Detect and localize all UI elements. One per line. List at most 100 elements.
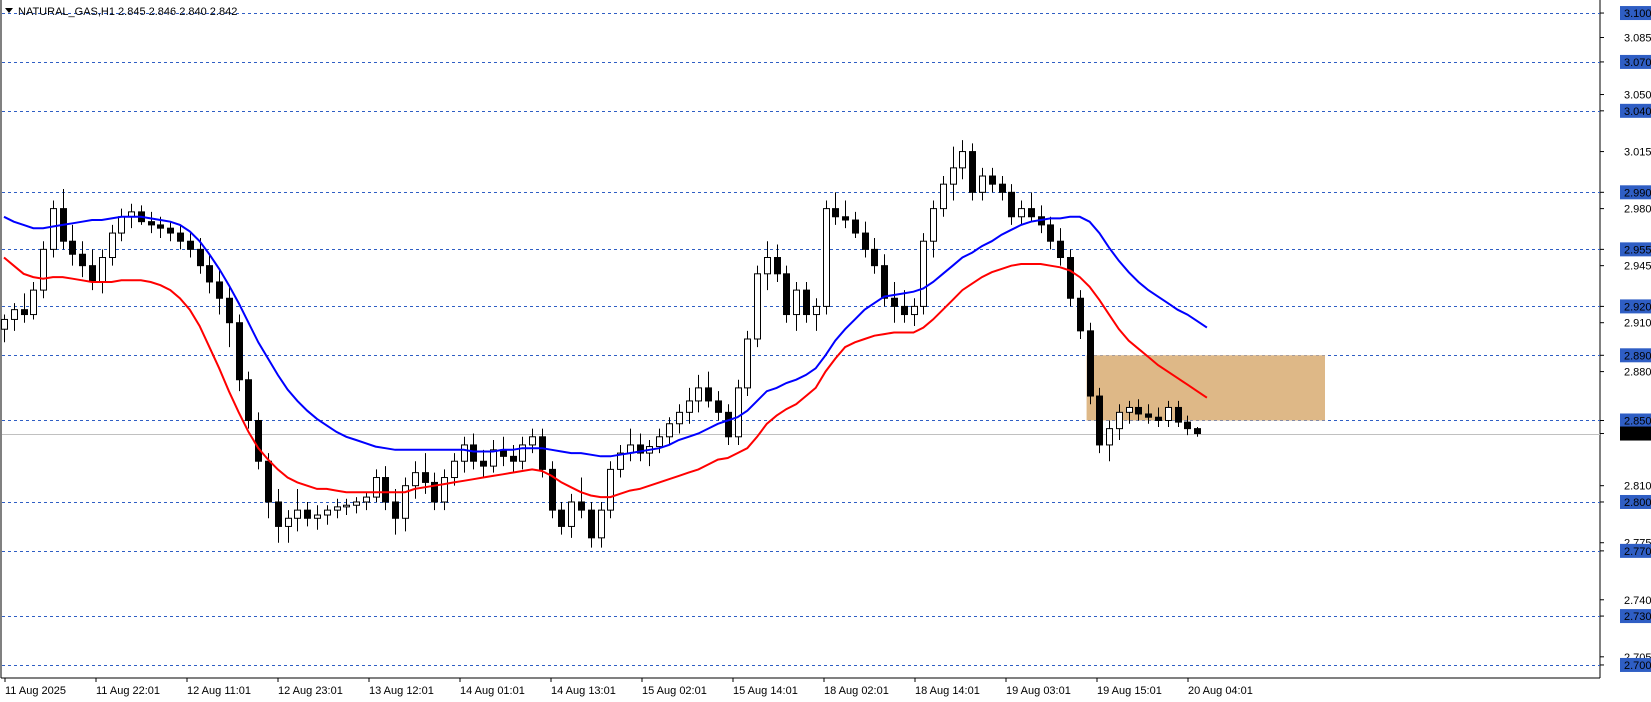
candle-body [11, 309, 18, 320]
candle-body [1106, 428, 1113, 446]
candle-body [607, 468, 614, 511]
candle-body [676, 411, 683, 425]
candle-body [1165, 406, 1172, 421]
price-chart[interactable]: 3.100 3.085 3.070 3.050 3.040 3.015 2.990 2.980… [0, 0, 1651, 702]
candle-body [294, 509, 301, 519]
candle-body [461, 444, 468, 462]
candle-body [275, 501, 282, 527]
y-tick-label: 2.980 [1624, 204, 1651, 216]
y-tick-label: 2.880 [1624, 367, 1651, 379]
candle-body [226, 297, 233, 324]
x-tick-label: 12 Aug 23:01 [278, 685, 343, 697]
candle-body [255, 419, 262, 462]
x-tick-label: 18 Aug 02:01 [824, 685, 889, 697]
candle-body [334, 506, 341, 511]
candle-body [324, 509, 331, 516]
candle-body [744, 338, 751, 389]
candle-body [197, 248, 204, 267]
candle-body [920, 240, 927, 307]
candle-body [1028, 208, 1035, 218]
x-tick-label: 20 Aug 04:01 [1188, 685, 1253, 697]
candle-body [392, 501, 399, 519]
candle-body [558, 509, 565, 527]
candle-body [529, 436, 536, 446]
candle-body [373, 477, 380, 498]
y-tick-label: 2.730 [1624, 611, 1651, 623]
candle-body [823, 208, 830, 307]
candle-body [118, 216, 125, 234]
candle-body [265, 460, 272, 503]
candle-body [470, 444, 477, 462]
supply-zone [1086, 355, 1325, 421]
candle-body [705, 387, 712, 402]
candle-body [157, 224, 164, 229]
candle-body [754, 273, 761, 340]
candle-body [89, 265, 96, 283]
candle-body [764, 257, 771, 275]
candle-body [69, 240, 76, 255]
candle-body [1194, 428, 1201, 435]
x-tick-label: 14 Aug 01:01 [460, 685, 525, 697]
y-tick-label: 2.920 [1624, 301, 1651, 313]
candle-body [891, 297, 898, 307]
candle-body [285, 517, 292, 527]
candle-body [803, 289, 810, 316]
candle-body [989, 175, 996, 185]
x-tick-label: 19 Aug 03:01 [1006, 685, 1071, 697]
symbol-info: NATURAL_GAS,H1 2.845 2.846 2.840 2.842 [18, 6, 237, 18]
candle-body [40, 248, 47, 291]
candle-body [422, 472, 429, 483]
candle-body [343, 504, 350, 508]
candle-body [871, 248, 878, 267]
candle-body [187, 240, 194, 250]
y-tick-label: 2.910 [1624, 318, 1651, 330]
y-tick-label: 2.800 [1624, 497, 1651, 509]
candle-body [852, 219, 859, 234]
candle-body [979, 175, 986, 193]
candle-body [901, 305, 908, 316]
chart-background [0, 0, 1651, 702]
y-tick-label: 3.015 [1624, 147, 1651, 159]
candle-body [911, 305, 918, 316]
candle-body [1008, 191, 1015, 218]
candle-body [412, 472, 419, 487]
x-tick-label: 12 Aug 11:01 [187, 685, 251, 697]
y-tick-label: 3.085 [1624, 32, 1651, 44]
candle-body [510, 455, 517, 462]
candle-body [1067, 257, 1074, 299]
candle-body [1018, 208, 1025, 218]
candle-body [99, 257, 106, 283]
candle-body [109, 232, 116, 259]
candle-body [862, 232, 869, 250]
candle-body [793, 289, 800, 316]
candle-body [30, 289, 37, 316]
candle-body [480, 460, 487, 467]
y-tick-label: 2.990 [1624, 187, 1651, 199]
candle-body [1096, 395, 1103, 446]
candle-body [79, 253, 86, 267]
candle-body [539, 436, 546, 470]
candle-body [1145, 413, 1152, 418]
candle-body [588, 509, 595, 539]
candle-body [21, 309, 28, 316]
chart-canvas[interactable]: 3.100 3.085 3.070 3.050 3.040 3.015 2.990 2.980… [0, 0, 1651, 702]
candle-body [832, 208, 839, 218]
candle-body [236, 322, 243, 381]
candle-body [725, 411, 732, 438]
symbol-header: NATURAL_GAS,H1 2.845 2.846 2.840 2.842 [5, 6, 237, 18]
x-tick-label: 15 Aug 02:01 [642, 685, 707, 697]
y-tick-label: 3.040 [1624, 106, 1651, 118]
y-tick-label: 2.810 [1624, 481, 1651, 493]
candle-body [666, 423, 673, 438]
y-tick-label: 2.945 [1624, 261, 1651, 273]
candle-body [50, 208, 57, 250]
zone-rect[interactable] [1086, 355, 1325, 421]
y-tick-label: 2.955 [1624, 244, 1651, 256]
candle-body [177, 232, 184, 242]
candle-body [353, 501, 360, 506]
candle-body [1077, 297, 1084, 332]
candle-body [167, 227, 174, 234]
candle-body [1135, 406, 1142, 415]
candle-body [813, 305, 820, 316]
candle-body [999, 183, 1006, 193]
